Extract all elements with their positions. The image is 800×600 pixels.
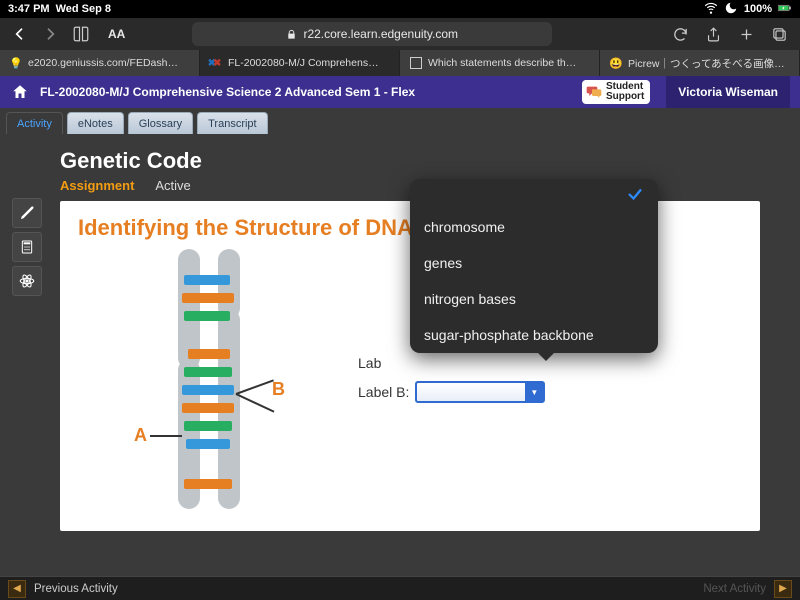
check-icon [626, 185, 644, 203]
user-name[interactable]: Victoria Wiseman [666, 76, 790, 108]
content-card: Identifying the Structure of DNA [60, 201, 760, 531]
tab-enotes[interactable]: eNotes [67, 112, 124, 134]
tab-activity[interactable]: Activity [6, 112, 63, 134]
student-support-button[interactable]: Student Support [582, 80, 650, 104]
atom-tool[interactable] [12, 266, 42, 296]
tabs-button[interactable] [771, 26, 788, 43]
status-time: 3:47 PM [8, 3, 50, 15]
footer-nav: ◀ Previous Activity Next Activity ▶ [0, 576, 800, 600]
tab-label: Picrew｜つくってあそべる画像… [628, 56, 785, 71]
text-size-button[interactable]: AA [108, 27, 125, 41]
tab-label: Which statements describe th… [428, 57, 576, 69]
bulb-icon: 💡 [10, 57, 22, 69]
next-activity-label: Next Activity [703, 583, 766, 595]
url-text: r22.core.learn.edgenuity.com [303, 27, 458, 41]
browser-toolbar: AA r22.core.learn.edgenuity.com [0, 18, 800, 50]
dropdown-arrow-icon: ▼ [525, 383, 543, 401]
tab-genius[interactable]: 💡 e2020.geniussis.com/FEDash… [0, 50, 200, 76]
prev-activity-button[interactable]: ◀ [8, 580, 26, 598]
label-b-row: Label B: ▼ [358, 381, 742, 403]
new-tab-button[interactable] [738, 26, 755, 43]
lock-icon [286, 29, 297, 40]
tab-strip: 💡 e2020.geniussis.com/FEDash… ✖ FL-2002080… [0, 50, 800, 76]
tab-transcript[interactable]: Transcript [197, 112, 268, 134]
reload-button[interactable] [672, 26, 689, 43]
dropdown-menu: chromosome genes nitrogen bases sugar-ph… [410, 179, 658, 353]
moon-icon [724, 1, 738, 18]
tab-label: FL-2002080-M/J Comprehens… [228, 57, 379, 69]
status-date: Wed Sep 8 [56, 3, 111, 15]
label-b-text: Label B: [358, 384, 409, 400]
emote-icon: 😃 [610, 57, 622, 69]
menu-tail [538, 353, 554, 361]
support-text-bottom: Support [606, 92, 644, 102]
lesson-title: Genetic Code [60, 148, 760, 174]
tab-brainly[interactable]: Which statements describe th… [400, 50, 600, 76]
menu-blank-selected[interactable] [410, 179, 658, 209]
chat-icon [586, 85, 602, 99]
calculator-tool[interactable] [12, 232, 42, 262]
battery-percent: 100% [744, 3, 772, 15]
tab-course[interactable]: ✖ FL-2002080-M/J Comprehens… [200, 50, 400, 76]
next-activity-button[interactable]: ▶ [774, 580, 792, 598]
label-b-dropdown[interactable]: ▼ [415, 381, 545, 403]
option-chromosome[interactable]: chromosome [410, 209, 658, 245]
label-a-text: Lab [358, 355, 381, 371]
tab-glossary[interactable]: Glossary [128, 112, 193, 134]
share-button[interactable] [705, 26, 722, 43]
back-button[interactable] [12, 26, 28, 42]
side-tools [12, 198, 42, 296]
battery-icon [778, 1, 792, 18]
forward-button[interactable] [42, 26, 58, 42]
course-title: FL-2002080-M/J Comprehensive Science 2 A… [40, 85, 415, 99]
wifi-icon [704, 1, 718, 18]
square-icon [410, 57, 422, 69]
option-nitrogen-bases[interactable]: nitrogen bases [410, 281, 658, 317]
url-bar[interactable]: r22.core.learn.edgenuity.com [192, 22, 552, 46]
home-button[interactable] [10, 82, 30, 102]
dna-diagram: A B [78, 249, 338, 509]
prev-activity-label: Previous Activity [34, 583, 118, 595]
book-icon[interactable] [72, 25, 90, 43]
dna-label-b: B [272, 379, 285, 400]
option-genes[interactable]: genes [410, 245, 658, 281]
tab-picrew[interactable]: 😃 Picrew｜つくってあそべる画像… [600, 50, 800, 76]
pencil-tool[interactable] [12, 198, 42, 228]
course-header: FL-2002080-M/J Comprehensive Science 2 A… [0, 76, 800, 108]
assignment-label: Assignment [60, 178, 134, 193]
tab-label: e2020.geniussis.com/FEDash… [28, 57, 178, 69]
x-icon: ✖ [210, 57, 222, 69]
option-sugar-phosphate[interactable]: sugar-phosphate backbone [410, 317, 658, 353]
ios-status-bar: 3:47 PM Wed Sep 8 100% [0, 0, 800, 18]
assignment-status: Active [155, 178, 190, 193]
lesson-tabs: Activity eNotes Glossary Transcript [0, 108, 800, 134]
stage: Genetic Code Assignment Active Identifyi… [0, 134, 800, 576]
dna-label-a: A [134, 425, 147, 446]
